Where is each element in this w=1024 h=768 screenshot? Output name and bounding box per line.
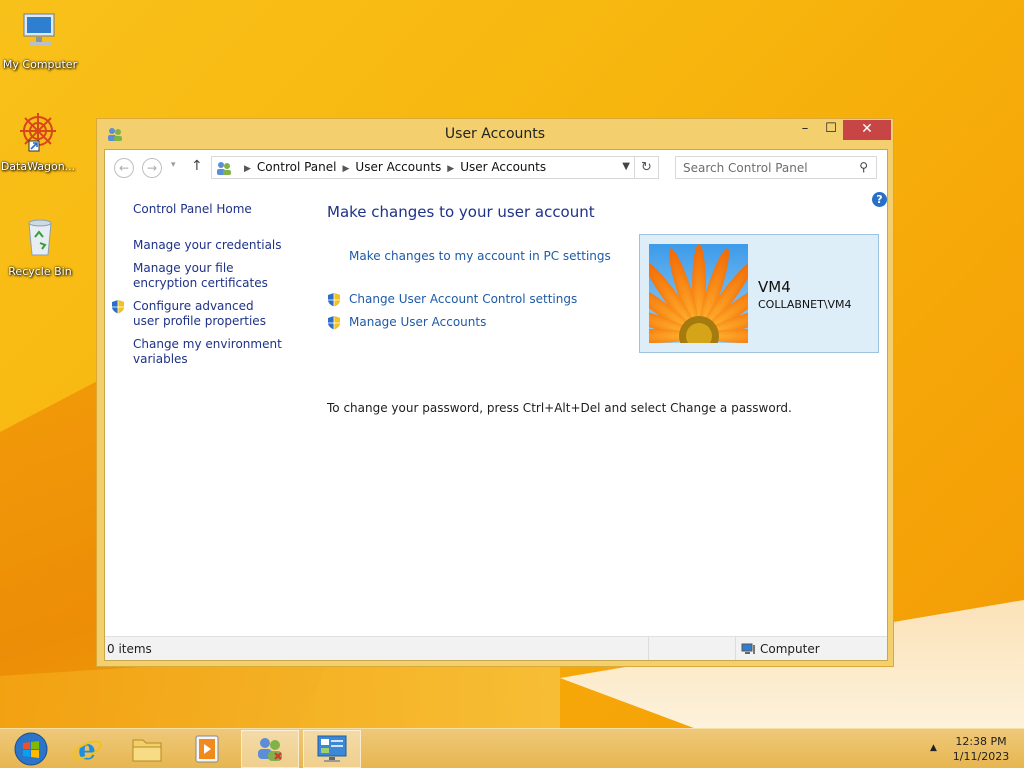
address-bar[interactable]: ▶ Control Panel ▶ User Accounts ▶ User Accoun… xyxy=(211,156,635,179)
taskbar-media-player[interactable] xyxy=(178,730,236,768)
clock-time: 12:38 PM xyxy=(955,735,1007,748)
user-accounts-window: User Accounts – ☐ ✕ ← → ▾ ↑ ▶ Control Pan… xyxy=(96,118,894,667)
pc-settings-link[interactable]: Make changes to my account in PC setting… xyxy=(349,249,611,263)
desktop-icon-my-computer[interactable]: My Computer xyxy=(0,8,80,71)
manage-encryption-certificates-link[interactable]: Manage your file encryption certificates xyxy=(133,261,293,291)
status-bar: 0 items Computer xyxy=(105,636,887,660)
breadcrumb-user-accounts-current[interactable]: User Accounts xyxy=(460,160,546,174)
folder-icon xyxy=(132,739,162,762)
back-button[interactable]: ← xyxy=(114,158,134,178)
taskbar-control-panel[interactable] xyxy=(303,730,361,768)
uac-shield-icon xyxy=(328,316,340,330)
user-accounts-icon xyxy=(258,738,282,761)
change-environment-variables-link[interactable]: Change my environment variables xyxy=(133,337,283,367)
account-card: VM4 COLLABNET\VM4 xyxy=(639,234,879,353)
breadcrumb: ▶ Control Panel ▶ User Accounts ▶ User Accoun… xyxy=(238,160,546,174)
refresh-button[interactable]: ↻ xyxy=(635,156,659,179)
manage-credentials-link[interactable]: Manage your credentials xyxy=(133,238,303,253)
breadcrumb-control-panel[interactable]: Control Panel xyxy=(257,160,337,174)
search-icon[interactable]: ⚲ xyxy=(859,160,868,174)
uac-shield-icon xyxy=(328,293,340,307)
search-box[interactable]: ⚲ xyxy=(675,156,877,179)
close-button[interactable]: ✕ xyxy=(843,120,891,140)
start-button[interactable] xyxy=(2,730,60,768)
control-panel-icon xyxy=(317,735,347,762)
window-title: User Accounts xyxy=(444,126,546,142)
desktop-icon-datawagon[interactable]: DataWagon... xyxy=(0,110,78,173)
chevron-right-icon[interactable]: ▶ xyxy=(244,164,251,174)
internet-explorer-icon: e xyxy=(72,733,102,765)
item-count: 0 items xyxy=(107,642,152,656)
forward-button[interactable]: → xyxy=(142,158,162,178)
taskbar-user-accounts[interactable] xyxy=(241,730,299,768)
uac-settings-link[interactable]: Change User Account Control settings xyxy=(349,292,577,306)
taskbar-internet-explorer[interactable]: e xyxy=(58,730,116,768)
media-player-icon xyxy=(195,735,219,763)
svg-text:e: e xyxy=(78,733,96,765)
help-icon[interactable]: ? xyxy=(872,192,887,207)
manage-user-accounts-link[interactable]: Manage User Accounts xyxy=(349,315,486,329)
breadcrumb-user-accounts[interactable]: User Accounts xyxy=(355,160,441,174)
user-accounts-icon xyxy=(217,162,231,175)
uac-shield-icon xyxy=(112,300,124,314)
recycle-bin-icon xyxy=(28,219,52,256)
chevron-down-icon[interactable]: ▼ xyxy=(622,161,630,172)
zone-indicator: Computer xyxy=(741,642,820,656)
flower-picture-icon xyxy=(649,244,748,343)
datawagon-icon xyxy=(20,113,56,152)
up-button[interactable]: ↑ xyxy=(191,158,203,174)
password-instruction: To change your password, press Ctrl+Alt+… xyxy=(327,401,792,415)
navigation-bar: ← → ▾ ↑ ▶ Control Panel ▶ User Accounts ▶ Use… xyxy=(105,150,887,186)
account-domain: COLLABNET\VM4 xyxy=(758,298,852,311)
desktop-icon-label: Recycle Bin xyxy=(8,265,72,278)
desktop-icon-recycle-bin[interactable]: Recycle Bin xyxy=(0,215,80,278)
minimize-button[interactable]: – xyxy=(791,120,819,140)
system-clock[interactable]: 12:38 PM 1/11/2023 xyxy=(946,734,1016,764)
account-name: VM4 xyxy=(758,278,791,296)
chevron-right-icon[interactable]: ▶ xyxy=(343,164,350,174)
taskbar-file-explorer[interactable] xyxy=(118,730,176,768)
title-bar[interactable]: User Accounts – ☐ ✕ xyxy=(97,119,893,149)
zone-label: Computer xyxy=(760,642,820,656)
status-divider xyxy=(648,637,649,660)
control-panel-home-link[interactable]: Control Panel Home xyxy=(133,202,303,217)
taskbar: e ▲ 12:38 PM 1/11/2023 xyxy=(0,728,1024,768)
desktop-icon-label: DataWagon... xyxy=(0,160,76,173)
chevron-right-icon[interactable]: ▶ xyxy=(447,164,454,174)
desktop-icon-label: My Computer xyxy=(2,58,78,71)
windows-logo-icon xyxy=(14,732,48,766)
computer-icon xyxy=(741,643,755,654)
maximize-button[interactable]: ☐ xyxy=(817,120,845,140)
status-divider xyxy=(735,637,736,660)
avatar xyxy=(649,244,748,343)
search-input[interactable] xyxy=(676,157,846,178)
recent-pages-dropdown-icon[interactable]: ▾ xyxy=(171,160,176,170)
configure-profile-properties-link[interactable]: Configure advanced user profile properti… xyxy=(133,299,283,329)
computer-icon xyxy=(23,13,55,46)
window-content: ← → ▾ ↑ ▶ Control Panel ▶ User Accounts ▶ Use… xyxy=(104,149,888,661)
page-heading: Make changes to your user account xyxy=(327,203,595,221)
show-hidden-icons-button[interactable]: ▲ xyxy=(930,743,937,753)
clock-date: 1/11/2023 xyxy=(952,750,1010,763)
